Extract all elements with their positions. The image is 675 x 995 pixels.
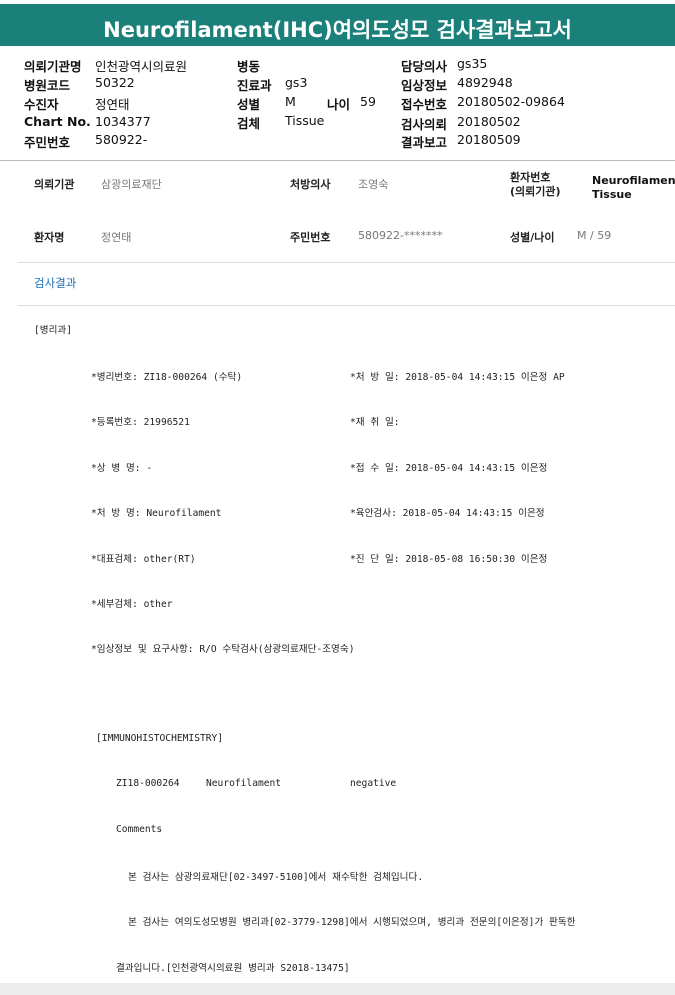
- header-label: Chart No.: [24, 114, 91, 129]
- header-value-rrn: 580922-: [95, 132, 148, 147]
- header-value-clinical-info: 4892948: [457, 75, 513, 90]
- report-line: *처 방 일: 2018-05-04 14:43:15 이은정 AP: [350, 372, 565, 383]
- info-divider: [18, 262, 675, 263]
- header-row-specimen: 검체: [237, 113, 260, 132]
- header-label: 성별: [237, 97, 261, 112]
- info-label-rrn: 주민번호: [290, 231, 331, 244]
- header-label: 진료과: [237, 78, 272, 93]
- header-value-specimen: Tissue: [285, 113, 325, 128]
- comment-line: 본 검사는 여의도성모병원 병리과[02-3779-1298]에서 시행되었으며…: [128, 917, 576, 928]
- report-line: *등록번호: 21996521: [91, 417, 190, 428]
- header-value-age: 59: [360, 94, 376, 109]
- info-label-doctor: 처방의사: [290, 178, 331, 191]
- report-title: Neurofilament(IHC)여의도성모 검사결과보고서: [0, 0, 675, 46]
- header-row-clinical-info: 임상정보: [401, 75, 447, 94]
- header-value-chart-no: 1034377: [95, 114, 151, 129]
- header-row-department: 진료과: [237, 75, 272, 94]
- info-label-institution: 의뢰기관: [34, 178, 75, 191]
- header-label: 의뢰기관명: [24, 59, 82, 74]
- info-label-patient-no-sub: (의뢰기관): [510, 185, 561, 198]
- header-label: 결과보고: [401, 135, 448, 150]
- comment-line: 본 검사는 삼광의료재단[02-3497-5100]에서 재수탁한 검체입니다.: [128, 872, 424, 883]
- header-divider: [0, 160, 675, 161]
- header-row-ward: 병동: [237, 56, 260, 75]
- comment-line: 결과입니다.[인천광역시의료원 병리과 S2018-13475]: [116, 963, 350, 974]
- report-line: *대표검체: other(RT): [91, 554, 196, 565]
- report-line: *육안검사: 2018-05-04 14:43:15 이은정: [350, 508, 545, 519]
- section-divider: [18, 305, 675, 306]
- info-value-doctor: 조영숙: [358, 178, 389, 191]
- info-value-institution: 삼광의료재단: [101, 178, 162, 191]
- header-row-chart-no: Chart No.: [24, 114, 91, 129]
- info-label-sex-age: 성별/나이: [510, 231, 555, 244]
- header-row-patient: 수진자: [24, 94, 59, 113]
- report-line: *진 단 일: 2018-05-08 16:50:30 이은정: [350, 554, 548, 565]
- header-label: 검체: [237, 116, 261, 131]
- ihc-id: ZI18-000264: [116, 778, 180, 789]
- header-value-department: gs3: [285, 75, 308, 90]
- header-label: 임상정보: [401, 78, 448, 93]
- ihc-header: [IMMUNOHISTOCHEMISTRY]: [96, 733, 224, 744]
- report-line: *처 방 명: Neurofilament: [91, 508, 222, 519]
- header-row-rrn: 주민번호: [24, 132, 70, 151]
- info-value-test-name: Neurofilamen: [592, 174, 675, 187]
- header-row-hospital-code: 병원코드: [24, 75, 70, 94]
- header-label: 주민번호: [24, 135, 71, 150]
- info-value-name: 정연태: [101, 231, 132, 244]
- header-value-sex: M: [285, 94, 296, 109]
- header-value-report-date: 20180509: [457, 132, 521, 147]
- info-value-specimen: Tissue: [592, 188, 632, 201]
- header-row-attending: 담당의사: [401, 56, 447, 75]
- report-department: [병리과]: [34, 325, 73, 336]
- info-value-sex-age: M / 59: [577, 229, 612, 242]
- header-label: 나이: [327, 97, 351, 112]
- header-row-report-date: 결과보고: [401, 132, 447, 151]
- header-label: 병원코드: [24, 78, 71, 93]
- header-value-attending: gs35: [457, 56, 488, 71]
- info-label-name: 환자명: [34, 231, 65, 244]
- header-row-institution: 의뢰기관명: [24, 56, 82, 75]
- section-title-results: 검사결과: [34, 276, 77, 290]
- header-value-accession: 20180502-09864: [457, 94, 565, 109]
- header-label: 수진자: [24, 97, 59, 112]
- ihc-result: negative: [350, 778, 397, 789]
- report-line: *병리번호: ZI18-000264 (수탁): [91, 372, 243, 383]
- header-label: 병동: [237, 59, 261, 74]
- header-label-age: 나이: [327, 94, 350, 113]
- header-row-sex: 성별: [237, 94, 260, 113]
- footer-bar: [0, 983, 675, 995]
- report-line: *세부검체: other: [91, 599, 173, 610]
- header-value-patient: 정연태: [95, 97, 130, 112]
- report-line: *임상정보 및 요구사항: R/O 수탁검사(삼광의료재단-조영숙): [91, 644, 355, 655]
- header-label: 담당의사: [401, 59, 448, 74]
- header-value-request-date: 20180502: [457, 114, 521, 129]
- header-row-accession: 접수번호: [401, 94, 447, 113]
- ihc-marker: Neurofilament: [206, 778, 282, 789]
- header-value-institution: 인천광역시의료원: [95, 59, 188, 74]
- info-value-rrn: 580922-*******: [358, 229, 443, 242]
- report-line: *접 수 일: 2018-05-04 14:43:15 이은정: [350, 463, 548, 474]
- comments-label: Comments: [116, 824, 163, 835]
- header-label: 검사의뢰: [401, 117, 448, 132]
- report-line: *재 취 일:: [350, 417, 400, 428]
- header-value-hospital-code: 50322: [95, 75, 135, 90]
- header-label: 접수번호: [401, 97, 448, 112]
- report-line: *상 병 명: -: [91, 463, 153, 474]
- header-row-request-date: 검사의뢰: [401, 114, 447, 133]
